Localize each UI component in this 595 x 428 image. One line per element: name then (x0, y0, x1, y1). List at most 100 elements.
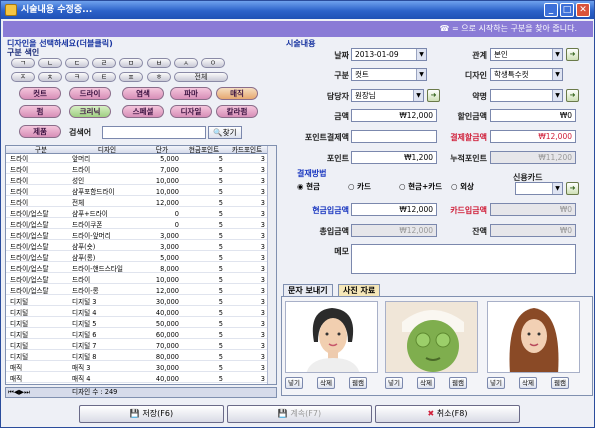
category-pill[interactable]: 칼라펌 (216, 105, 258, 118)
consonant-chip[interactable]: ㅅ (174, 58, 198, 68)
dropdown-icon[interactable]: ▼ (552, 183, 562, 194)
consonant-chip[interactable]: ㅈ (11, 72, 35, 82)
payment-method-radio[interactable]: ○ 외상 (451, 181, 474, 192)
relation-lookup-button[interactable]: ➜ (566, 48, 579, 61)
consonant-chip[interactable]: ㅌ (92, 72, 116, 82)
memo-field[interactable] (351, 244, 576, 274)
date-field[interactable]: 2013-01-09 ▼ (351, 48, 427, 61)
photo-delete-button[interactable]: 삭제 (519, 377, 537, 389)
photo-slot-1[interactable] (285, 301, 378, 373)
payment-amount-field[interactable]: ₩12,000 (490, 130, 576, 143)
table-row[interactable]: 디지털 디지털 8 80,000 5 3 (6, 353, 268, 362)
category-pill[interactable]: 크리닉 (69, 105, 111, 118)
consonant-chip[interactable]: ㄹ (92, 58, 116, 68)
amount-field[interactable]: ₩12,000 (351, 109, 437, 122)
grid-column-header[interactable]: 디자인 (72, 146, 142, 154)
category-pill[interactable]: 펌 (19, 105, 61, 118)
table-row[interactable]: 디지털 디지털 7 70,000 5 3 (6, 342, 268, 351)
search-input[interactable] (102, 126, 206, 139)
consonant-chip[interactable]: ㅁ (119, 58, 143, 68)
staff-lookup-button[interactable]: ➜ (427, 89, 440, 102)
table-row[interactable]: 디지털 디지털 6 60,000 5 3 (6, 331, 268, 340)
cash-deposit-field[interactable]: ₩12,000 (351, 203, 437, 216)
card-lookup-button[interactable]: ➜ (566, 182, 579, 195)
design-select[interactable]: 학생특수컷 ▼ (490, 68, 563, 81)
payment-method-radio[interactable]: ○ 카드 (348, 181, 371, 192)
grid-navigator[interactable]: ⏮◀▶⏭ 디자인 수 : 249 (5, 387, 277, 398)
payment-method-radio[interactable]: ◉ 현금 (297, 181, 320, 192)
table-row[interactable]: 디지털 디지털 4 40,000 5 3 (6, 309, 268, 318)
photo-add-button[interactable]: 넣기 (285, 377, 303, 389)
point-payment-field[interactable] (351, 130, 437, 143)
grid-column-header[interactable]: 단가 (142, 146, 182, 154)
table-row[interactable]: 드라이/업스탈 샴푸+드라이 0 5 3 (6, 210, 268, 219)
dropdown-icon[interactable]: ▼ (416, 69, 426, 80)
relation-select[interactable]: 본인 ▼ (490, 48, 563, 61)
continue-button[interactable]: 💾 계속(F7) (227, 405, 372, 423)
consonant-chip[interactable]: ㅇ (201, 58, 225, 68)
credit-card-select[interactable]: ▼ (515, 182, 563, 195)
table-row[interactable]: 드라이/업스탈 드라이-롱 12,000 5 3 (6, 287, 268, 296)
table-row[interactable]: 드라이/업스탈 드라이-핸드스타일 8,000 5 3 (6, 265, 268, 274)
dropdown-icon[interactable]: ▼ (552, 69, 562, 80)
photo-delete-button[interactable]: 삭제 (317, 377, 335, 389)
maximize-button[interactable]: □ (560, 3, 574, 17)
nav-arrows-icon[interactable]: ⏮◀▶⏭ (8, 388, 30, 397)
consonant-chip[interactable]: 전체 (174, 72, 228, 82)
category-pill[interactable]: 파마 (170, 87, 212, 100)
table-row[interactable]: 드라이 전체 12,000 5 3 (6, 199, 268, 208)
search-button[interactable]: 🔍찾기 (208, 126, 242, 139)
table-row[interactable]: 매직 매직 3 30,000 5 3 (6, 364, 268, 373)
staff-select[interactable]: 원장님 ▼ (351, 89, 424, 102)
dropdown-icon[interactable]: ▼ (416, 49, 426, 60)
table-row[interactable]: 드라이 앞머리 5,000 5 3 (6, 155, 268, 164)
photo-webcam-button[interactable]: 웹캠 (449, 377, 467, 389)
dropdown-icon[interactable]: ▼ (552, 90, 562, 101)
consonant-chip[interactable]: ㄱ (11, 58, 35, 68)
category-pill[interactable]: 염색 (122, 87, 164, 100)
table-row[interactable]: 디지털 디지털 5 50,000 5 3 (6, 320, 268, 329)
photo-slot-2[interactable] (385, 301, 478, 373)
discount-field[interactable]: ₩0 (490, 109, 576, 122)
grid-column-header[interactable]: 구분 (10, 146, 72, 154)
consonant-chip[interactable]: ㅂ (147, 58, 171, 68)
drug-lookup-button[interactable]: ➜ (566, 89, 579, 102)
dropdown-icon[interactable]: ▼ (552, 49, 562, 60)
table-row[interactable]: 드라이 드라이 7,000 5 3 (6, 166, 268, 175)
consonant-chip[interactable]: ㄴ (38, 58, 62, 68)
table-row[interactable]: 드라이/업스탈 드라이 10,000 5 3 (6, 276, 268, 285)
consonant-chip[interactable]: ㅍ (119, 72, 143, 82)
table-row[interactable]: 드라이/업스탈 샴푸(롱) 5,000 5 3 (6, 254, 268, 263)
photo-delete-button[interactable]: 삭제 (417, 377, 435, 389)
close-button[interactable]: ✕ (576, 3, 590, 17)
drug-select[interactable]: ▼ (490, 89, 563, 102)
category-pill[interactable]: 컷트 (19, 87, 61, 100)
table-row[interactable]: 드라이/업스탈 드라이쿠폰 0 5 3 (6, 221, 268, 230)
tab-send-sms[interactable]: 문자 보내기 (283, 284, 333, 296)
table-row[interactable]: 드라이 샴푸포함드라이 10,000 5 3 (6, 188, 268, 197)
photo-add-button[interactable]: 넣기 (385, 377, 403, 389)
table-row[interactable]: 매직 매직 4 40,000 5 3 (6, 375, 268, 384)
point-field[interactable]: ₩1,200 (351, 151, 437, 164)
payment-method-radio[interactable]: ○ 현금+카드 (399, 181, 442, 192)
grid-column-header[interactable]: 현금포인트 (182, 146, 226, 154)
consonant-chip[interactable]: ㅊ (38, 72, 62, 82)
table-row[interactable]: 드라이 성인 10,000 5 3 (6, 177, 268, 186)
consonant-chip[interactable]: ㅎ (147, 72, 171, 82)
photo-slot-3[interactable] (487, 301, 580, 373)
category-pill[interactable]: 드라이 (69, 87, 111, 100)
photo-add-button[interactable]: 넣기 (487, 377, 505, 389)
dropdown-icon[interactable]: ▼ (413, 90, 423, 101)
table-row[interactable]: 드라이/업스탈 드라이-앞머리 3,000 5 3 (6, 232, 268, 241)
category-pill[interactable]: 제품 (19, 125, 61, 138)
consonant-chip[interactable]: ㄷ (65, 58, 89, 68)
grid-scrollbar[interactable] (267, 146, 276, 384)
table-row[interactable]: 디지털 디지털 3 30,000 5 3 (6, 298, 268, 307)
save-button[interactable]: 💾 저장(F6) (79, 405, 224, 423)
minimize-button[interactable]: _ (544, 3, 558, 17)
category-pill[interactable]: 디자일 (170, 105, 212, 118)
cancel-button[interactable]: ✖ 취소(F8) (375, 405, 520, 423)
consonant-chip[interactable]: ㅋ (65, 72, 89, 82)
category-pill[interactable]: 매직 (216, 87, 258, 100)
photo-webcam-button[interactable]: 웹캠 (551, 377, 569, 389)
